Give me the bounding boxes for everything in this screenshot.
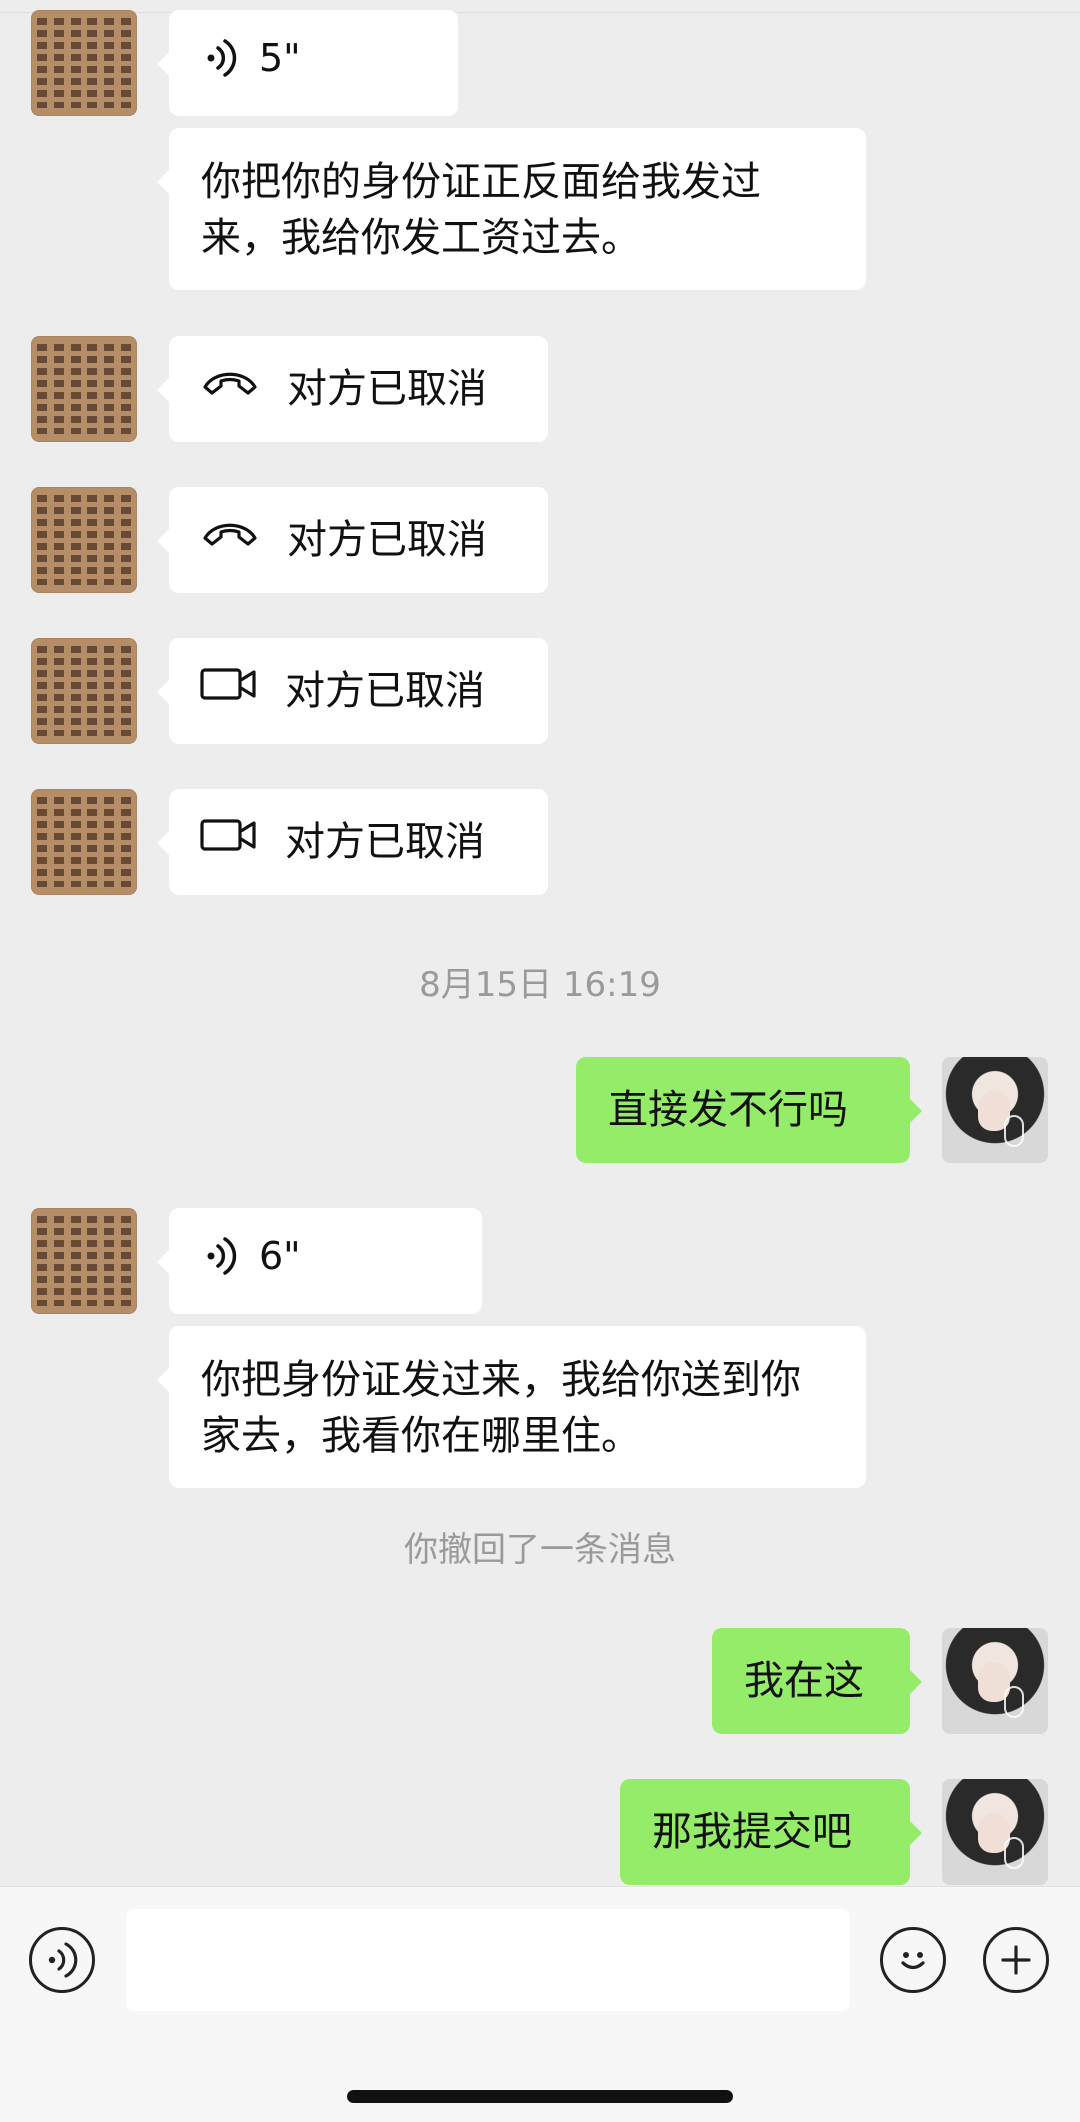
home-indicator[interactable] xyxy=(347,2090,733,2103)
chat-history: 5" 你把你的身份证正反面给我发过来，我给你发工资过去。 对方已取消 对方已取消… xyxy=(0,0,1080,1886)
self-avatar-phone xyxy=(1004,1686,1024,1718)
message-text: 你把身份证发过来，我给你送到你家去，我看你在哪里住。 xyxy=(201,1357,801,1459)
timestamp: 8月15日 16:19 xyxy=(419,965,661,1005)
video-icon xyxy=(199,814,259,870)
recall-system-message: 你撤回了一条消息 xyxy=(404,1530,676,1570)
call-status-label: 对方已取消 xyxy=(285,668,485,714)
message-input[interactable] xyxy=(126,1909,850,2011)
text-message-bubble[interactable]: 那我提交吧 xyxy=(620,1779,922,1885)
voice-duration: 5" xyxy=(259,36,301,80)
text-message-bubble[interactable]: 你把身份证发过来，我给你送到你家去，我看你在哪里住。 xyxy=(157,1326,866,1488)
avatar-left-sender[interactable] xyxy=(31,789,137,895)
voice-message-bubble[interactable]: 5" xyxy=(157,10,458,116)
message-text: 我在这 xyxy=(744,1658,864,1704)
phone-icon xyxy=(199,361,261,417)
emoji-icon[interactable] xyxy=(880,1927,946,1993)
calligraphy-avatar-image xyxy=(37,344,131,434)
call-status-label: 对方已取消 xyxy=(287,366,487,412)
voice-input-icon[interactable] xyxy=(29,1927,95,1993)
self-avatar-phone xyxy=(1004,1115,1024,1147)
voice-message-bubble[interactable]: 6" xyxy=(157,1208,482,1314)
message-text: 直接发不行吗 xyxy=(608,1087,848,1133)
avatar-left-sender[interactable] xyxy=(31,638,137,744)
message-text: 那我提交吧 xyxy=(652,1809,852,1855)
top-divider xyxy=(0,12,1080,13)
calligraphy-avatar-image xyxy=(37,1216,131,1306)
calligraphy-avatar-image xyxy=(37,18,131,108)
calligraphy-avatar-image xyxy=(37,495,131,585)
call-status-label: 对方已取消 xyxy=(287,517,487,563)
call-status-label: 对方已取消 xyxy=(285,819,485,865)
avatar-right-self[interactable] xyxy=(942,1057,1048,1163)
video-icon xyxy=(199,663,259,719)
avatar-right-self[interactable] xyxy=(942,1628,1048,1734)
avatar-left-sender[interactable] xyxy=(31,10,137,116)
text-message-bubble[interactable]: 直接发不行吗 xyxy=(576,1057,922,1163)
avatar-left-sender[interactable] xyxy=(31,1208,137,1314)
avatar-left-sender[interactable] xyxy=(31,336,137,442)
avatar-right-self[interactable] xyxy=(942,1779,1048,1885)
text-message-bubble[interactable]: 我在这 xyxy=(712,1628,922,1734)
phone-icon xyxy=(199,512,261,568)
voice-duration: 6" xyxy=(259,1234,301,1278)
voice-wave-icon xyxy=(205,1234,241,1278)
avatar-left-sender[interactable] xyxy=(31,487,137,593)
self-avatar-phone xyxy=(1004,1837,1024,1869)
call-record-bubble[interactable]: 对方已取消 xyxy=(157,487,548,593)
call-record-bubble[interactable]: 对方已取消 xyxy=(157,336,548,442)
calligraphy-avatar-image xyxy=(37,646,131,736)
message-composer xyxy=(0,1886,1080,2122)
calligraphy-avatar-image xyxy=(37,797,131,887)
text-message-bubble[interactable]: 你把你的身份证正反面给我发过来，我给你发工资过去。 xyxy=(157,128,866,290)
voice-wave-icon xyxy=(205,36,241,80)
call-record-bubble[interactable]: 对方已取消 xyxy=(157,638,548,744)
call-record-bubble[interactable]: 对方已取消 xyxy=(157,789,548,895)
plus-icon[interactable] xyxy=(983,1927,1049,1993)
message-text: 你把你的身份证正反面给我发过来，我给你发工资过去。 xyxy=(201,159,761,261)
